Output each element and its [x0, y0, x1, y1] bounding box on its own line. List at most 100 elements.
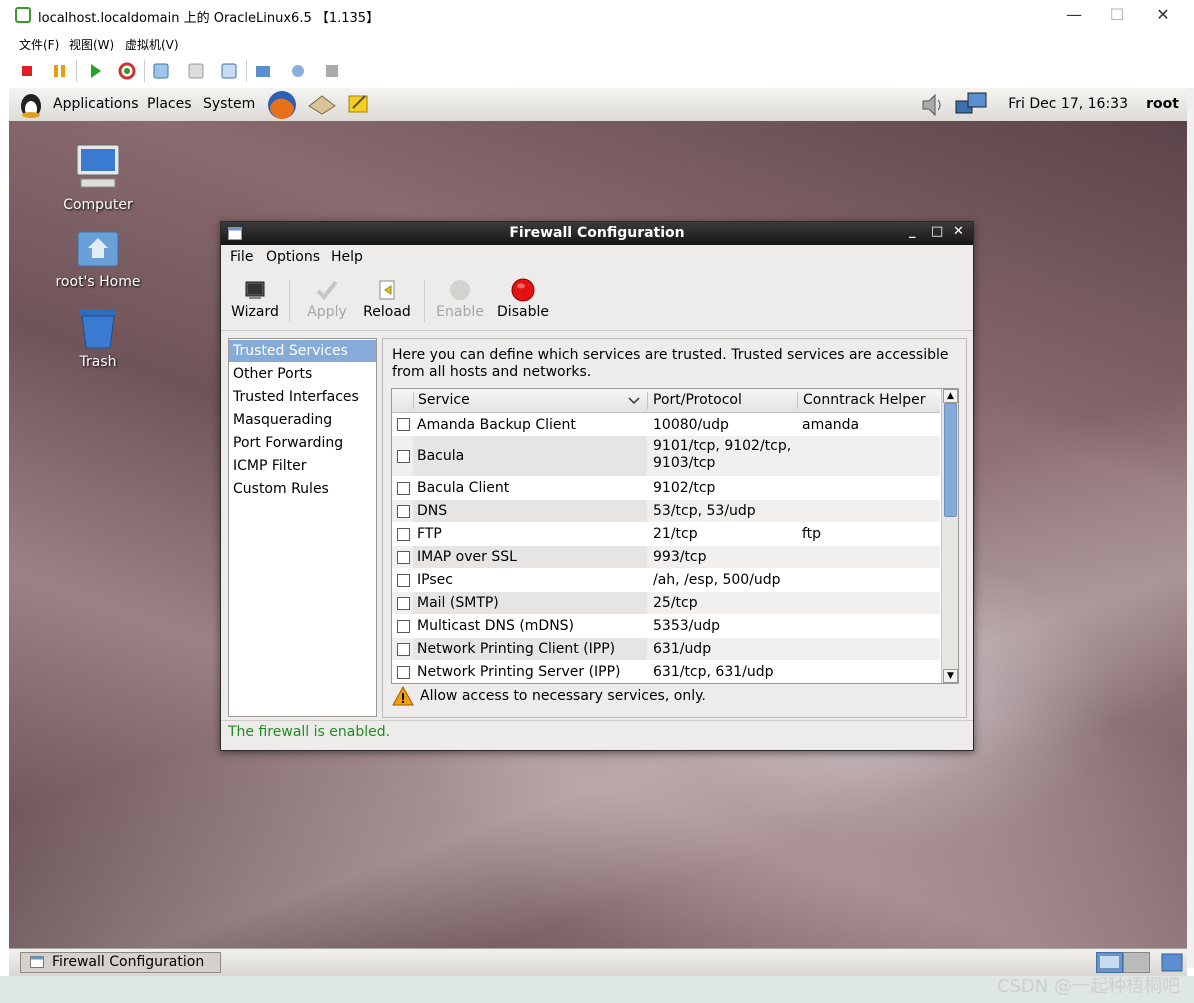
sidebar-item-trusted-services[interactable]: Trusted Services: [229, 340, 376, 362]
service-checkbox[interactable]: [397, 482, 410, 495]
service-checkbox[interactable]: [397, 643, 410, 656]
snapshot-icon[interactable]: [151, 61, 171, 81]
service-checkbox[interactable]: [397, 505, 410, 518]
service-row[interactable]: Multicast DNS (mDNS) 5353/udp: [392, 615, 940, 637]
service-port: 9102/tcp: [653, 480, 716, 496]
desktop-icon-trash[interactable]: Trash: [48, 306, 148, 370]
refresh-icon[interactable]: [117, 61, 137, 81]
desktop-icon-home[interactable]: root's Home: [48, 226, 148, 290]
trash-icon: [80, 309, 116, 349]
menu-applications[interactable]: Applications: [53, 96, 139, 112]
workspace-switcher-icon[interactable]: [1096, 952, 1150, 973]
stop-icon[interactable]: [17, 61, 37, 81]
send-ctrl-alt-del-icon[interactable]: [254, 61, 274, 81]
settings-icon[interactable]: [288, 61, 308, 81]
window-minimize-icon[interactable]: _: [909, 224, 916, 239]
service-row[interactable]: Network Printing Server (IPP) 631/tcp, 6…: [392, 661, 940, 683]
minimize-button[interactable]: —: [1056, 4, 1092, 26]
service-row[interactable]: Mail (SMTP) 25/tcp: [392, 592, 940, 614]
notes-icon[interactable]: [347, 93, 371, 115]
service-checkbox[interactable]: [397, 528, 410, 541]
column-header-port-protocol[interactable]: Port/Protocol: [653, 392, 742, 408]
scroll-up-icon[interactable]: ▲: [943, 389, 958, 403]
menu-places[interactable]: Places: [147, 96, 192, 112]
service-row[interactable]: Bacula Client 9102/tcp: [392, 477, 940, 499]
service-row[interactable]: FTP 21/tcp ftp: [392, 523, 940, 545]
menu-help[interactable]: Help: [331, 249, 363, 265]
service-name: FTP: [417, 526, 442, 542]
menu-system[interactable]: System: [203, 96, 255, 112]
tux-penguin-icon[interactable]: [17, 91, 45, 119]
service-checkbox[interactable]: [397, 418, 410, 431]
sidebar-item-custom-rules[interactable]: Custom Rules: [229, 478, 376, 500]
tools-icon[interactable]: [322, 61, 342, 81]
service-helper: amanda: [802, 417, 860, 433]
service-checkbox[interactable]: [397, 666, 410, 679]
panel-clock[interactable]: Fri Dec 17, 16:33: [1008, 96, 1128, 112]
volume-icon[interactable]: [915, 92, 947, 118]
csdn-watermark: CSDN @一起种梧桐吧: [996, 976, 1180, 997]
column-separator: [413, 392, 414, 409]
menu-view[interactable]: 视图(W): [69, 36, 114, 53]
menu-vm[interactable]: 虚拟机(V): [125, 36, 179, 53]
sort-chevron-down-icon[interactable]: [628, 396, 640, 405]
service-checkbox[interactable]: [397, 450, 410, 463]
window-close-icon[interactable]: ✕: [953, 224, 964, 239]
service-row[interactable]: IMAP over SSL 993/tcp: [392, 546, 940, 568]
sidebar-item-other-ports[interactable]: Other Ports: [229, 363, 376, 385]
service-checkbox[interactable]: [397, 574, 410, 587]
sidebar-item-port-forwarding[interactable]: Port Forwarding: [229, 432, 376, 454]
network-icon[interactable]: [954, 91, 988, 119]
menu-file[interactable]: 文件(F): [19, 36, 59, 53]
host-window-title: localhost.localdomain 上的 OracleLinux6.5 …: [38, 11, 380, 26]
column-header-conntrack-helper[interactable]: Conntrack Helper: [803, 392, 925, 408]
checkmark-icon: [316, 280, 338, 300]
firewall-window-title: Firewall Configuration: [509, 225, 685, 241]
disable-button[interactable]: Disable: [496, 278, 550, 320]
services-scrollbar[interactable]: ▲ ▼: [941, 389, 958, 683]
firefox-icon[interactable]: [266, 89, 298, 121]
wizard-button[interactable]: Wizard: [231, 278, 279, 320]
service-port: 631/udp: [653, 641, 712, 657]
menu-options[interactable]: Options: [266, 249, 320, 265]
toolbar-separator: [289, 280, 290, 322]
sidebar-item-icmp-filter[interactable]: ICMP Filter: [229, 455, 376, 477]
mail-icon[interactable]: [307, 92, 337, 118]
trusted-services-description: Here you can define which services are t…: [392, 347, 949, 380]
service-row[interactable]: Network Printing Client (IPP) 631/udp: [392, 638, 940, 660]
service-checkbox[interactable]: [397, 597, 410, 610]
panel-user[interactable]: root: [1146, 96, 1179, 112]
disable-label: Disable: [497, 304, 549, 320]
service-row[interactable]: Bacula 9101/tcp, 9102/tcp, 9103/tcp: [392, 436, 940, 476]
firewall-titlebar[interactable]: Firewall Configuration _ □ ✕: [221, 222, 973, 245]
maximize-button[interactable]: ☐: [1099, 4, 1135, 26]
pause-icon[interactable]: [50, 61, 70, 81]
service-port: 993/tcp: [653, 549, 707, 565]
sidebar-item-trusted-interfaces[interactable]: Trusted Interfaces: [229, 386, 376, 408]
wizard-icon: [245, 281, 265, 299]
play-icon[interactable]: [85, 61, 105, 81]
enable-button[interactable]: Enable: [436, 278, 484, 320]
scrollbar-thumb[interactable]: [944, 403, 957, 517]
service-checkbox[interactable]: [397, 551, 410, 564]
window-maximize-icon[interactable]: □: [931, 224, 943, 239]
scroll-down-icon[interactable]: ▼: [943, 669, 958, 683]
column-separator: [797, 392, 798, 409]
desktop-icon-computer[interactable]: Computer: [48, 143, 148, 213]
close-button[interactable]: ✕: [1145, 4, 1181, 26]
apply-button[interactable]: Apply: [305, 278, 349, 320]
service-checkbox[interactable]: [397, 620, 410, 633]
show-desktop-icon[interactable]: [1161, 952, 1183, 973]
service-row[interactable]: DNS 53/tcp, 53/udp: [392, 500, 940, 522]
taskbar-item-label: Firewall Configuration: [52, 954, 205, 970]
menu-file[interactable]: File: [230, 249, 253, 265]
manage-snapshots-icon[interactable]: [219, 61, 239, 81]
service-port: 25/tcp: [653, 595, 698, 611]
service-row[interactable]: IPsec /ah, /esp, 500/udp: [392, 569, 940, 591]
column-header-service[interactable]: Service: [418, 392, 470, 408]
reload-button[interactable]: Reload: [363, 278, 411, 320]
revert-icon[interactable]: [186, 61, 206, 81]
taskbar-item-firewall-configuration[interactable]: Firewall Configuration: [20, 952, 221, 973]
service-row[interactable]: Amanda Backup Client 10080/udp amanda: [392, 413, 940, 435]
sidebar-item-masquerading[interactable]: Masquerading: [229, 409, 376, 431]
